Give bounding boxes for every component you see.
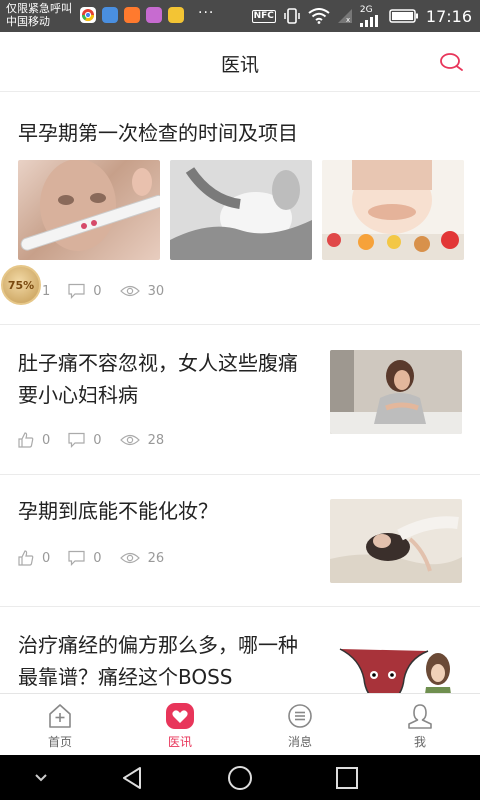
thumbs-up-icon [18, 432, 34, 448]
signal-icon [359, 14, 378, 27]
article-stats: 0 0 26 [18, 550, 182, 566]
battery-icon [389, 9, 418, 23]
like-stat[interactable]: 0 [18, 432, 50, 448]
page-title: 医讯 [220, 54, 259, 76]
weibo-app-icon [168, 7, 184, 23]
tab-messages[interactable]: 消息 [240, 694, 360, 755]
browser-app-icon [102, 7, 118, 23]
more-notifications-icon: ··· [198, 5, 215, 21]
network-type-label: 2G [359, 4, 373, 15]
article-card[interactable]: 肚子痛不容忽视，女人这些腹痛要小心妇科病 0 0 28 [0, 325, 480, 475]
system-nav-bar [0, 755, 480, 800]
status-bar: 仅限紧急呼叫 中国移动 ··· NFC x 2G 17:16 [0, 0, 480, 32]
comment-count: 0 [93, 550, 102, 566]
tab-label: 首页 [47, 735, 72, 749]
article-card[interactable]: 治疗痛经的偏方那么多，哪一种最靠谱？痛经这个BOSS [0, 607, 480, 693]
comment-icon [68, 283, 85, 299]
article-title: 早孕期第一次检查的时间及项目 [18, 121, 298, 145]
search-icon [440, 53, 463, 71]
chrome-app-icon [80, 7, 96, 23]
article-stats: 1 0 30 [18, 283, 182, 299]
svg-text:x: x [346, 16, 350, 24]
article-image [322, 160, 464, 260]
notification-icons [80, 7, 184, 23]
tab-home[interactable]: 首页 [0, 694, 120, 755]
bottom-tab-bar: 首页 医讯 消息 我 [0, 693, 480, 755]
comment-icon [68, 432, 85, 448]
clock: 17:16 [425, 6, 472, 26]
home-nav-icon[interactable] [227, 765, 253, 791]
floating-boost-badge[interactable]: 75% [1, 265, 41, 305]
view-stat: 28 [119, 432, 165, 448]
search-button[interactable] [438, 48, 466, 76]
wifi-icon [308, 8, 330, 24]
vibrate-icon [284, 8, 300, 24]
gallery-app-icon [146, 7, 162, 23]
article-image [18, 160, 160, 260]
signal-empty-icon: x [337, 9, 352, 24]
message-icon [288, 704, 312, 728]
heart-icon [166, 703, 194, 729]
view-count: 26 [147, 550, 165, 566]
article-card[interactable]: 孕期到底能不能化妆？ 0 0 26 [0, 475, 480, 607]
article-title: 孕期到底能不能化妆？ [18, 499, 218, 523]
article-image [330, 499, 462, 583]
view-stat: 26 [119, 550, 165, 566]
status-indicators: NFC x 2G 17:16 [251, 0, 472, 32]
news-feed[interactable]: 早孕期第一次检查的时间及项目 1 0 30 75% 肚子痛不容忽视，女人这些腹痛… [0, 93, 480, 693]
carrier-line1: 仅限紧急呼叫 [6, 2, 72, 15]
signal-2g: 2G [359, 4, 382, 27]
back-icon[interactable] [120, 765, 146, 791]
view-stat: 30 [119, 283, 165, 299]
carrier-info: 仅限紧急呼叫 中国移动 [6, 2, 72, 28]
tab-label: 消息 [287, 735, 312, 749]
eye-icon [119, 434, 140, 446]
view-count: 30 [147, 283, 165, 299]
like-count: 1 [42, 283, 51, 299]
article-title: 治疗痛经的偏方那么多，哪一种最靠谱？痛经这个BOSS [18, 633, 298, 689]
comment-stat[interactable]: 0 [68, 550, 102, 566]
article-image [330, 350, 462, 434]
eye-icon [119, 285, 140, 297]
article-stats: 0 0 28 [18, 432, 182, 448]
comment-count: 0 [93, 283, 102, 299]
comment-stat[interactable]: 0 [68, 283, 102, 299]
like-count: 0 [42, 432, 51, 448]
comment-stat[interactable]: 0 [68, 432, 102, 448]
nfc-icon: NFC [251, 9, 276, 23]
tab-label: 我 [413, 735, 426, 749]
like-count: 0 [42, 550, 51, 566]
comment-count: 0 [93, 432, 102, 448]
article-image-row [18, 160, 464, 260]
hide-keyboard-icon[interactable] [32, 765, 50, 789]
store-app-icon [124, 7, 140, 23]
article-image [330, 629, 462, 693]
eye-icon [119, 552, 140, 564]
article-card[interactable]: 早孕期第一次检查的时间及项目 1 0 30 75% [0, 93, 480, 325]
app-header: 医讯 [0, 32, 480, 92]
tab-me[interactable]: 我 [360, 694, 480, 755]
user-icon [408, 704, 432, 729]
like-stat[interactable]: 0 [18, 550, 50, 566]
tab-news[interactable]: 医讯 [120, 694, 240, 755]
view-count: 28 [147, 432, 165, 448]
home-icon [49, 704, 71, 728]
tab-label: 医讯 [167, 735, 192, 749]
article-image [170, 160, 312, 260]
recent-apps-icon[interactable] [334, 765, 360, 791]
carrier-line2: 中国移动 [6, 15, 50, 28]
thumbs-up-icon [18, 550, 34, 566]
article-title: 肚子痛不容忽视，女人这些腹痛要小心妇科病 [18, 351, 298, 407]
comment-icon [68, 550, 85, 566]
